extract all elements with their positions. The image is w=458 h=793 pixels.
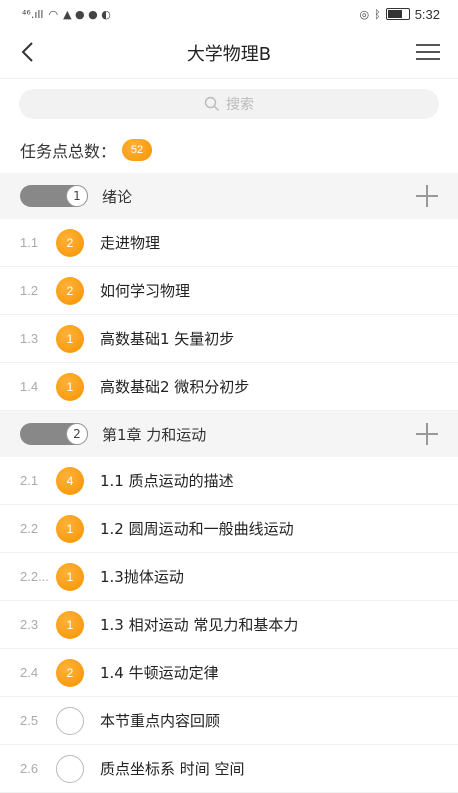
lesson-row[interactable]: 1.3 1 高数基础1 矢量初步 (0, 315, 458, 363)
lesson-number: 1.3 (20, 331, 39, 346)
status-left: ⁴⁶.ıll ◠ ▲ ● ● ◐ (22, 8, 111, 21)
lesson-number: 2.1 (20, 473, 39, 488)
lesson-title: 高数基础1 矢量初步 (100, 330, 235, 348)
task-total-label: 任务点总数： (20, 142, 117, 161)
lesson-number: 2.4 (20, 665, 39, 680)
expand-plus-icon[interactable] (416, 185, 438, 207)
lesson-row[interactable]: 2.6 质点坐标系 时间 空间 (0, 745, 458, 793)
lesson-title: 质点坐标系 时间 空间 (100, 760, 245, 778)
lesson-row[interactable]: 2.2 1 1.2 圆周运动和一般曲线运动 (0, 505, 458, 553)
search-input[interactable]: 搜索 (19, 89, 439, 119)
lesson-number: 2.5 (20, 713, 39, 728)
menu-icon[interactable] (416, 44, 440, 62)
task-count-badge: 1 (56, 514, 84, 543)
chapter-toggle[interactable]: 1 (20, 185, 88, 207)
expand-plus-icon[interactable] (416, 423, 438, 445)
lesson-title: 1.4 牛顿运动定律 (100, 664, 219, 682)
lesson-row[interactable]: 1.4 1 高数基础2 微积分初步 (0, 363, 458, 411)
task-total: 任务点总数： 52 (0, 127, 458, 173)
lesson-row[interactable]: 1.2 2 如何学习物理 (0, 267, 458, 315)
lesson-title: 走进物理 (100, 234, 161, 252)
nfc-icon: ◎ (359, 7, 370, 21)
back-arrow-icon[interactable] (18, 40, 38, 64)
task-total-badge: 52 (122, 139, 153, 161)
task-count-badge: 1 (56, 610, 84, 639)
lesson-row[interactable]: 2.1 4 1.1 质点运动的描述 (0, 457, 458, 505)
lesson-number: 1.1 (20, 235, 39, 250)
task-count-badge: 1 (56, 562, 84, 591)
chapter-title: 第1章 力和运动 (102, 425, 207, 444)
lesson-number: 1.2 (20, 283, 39, 298)
lesson-row[interactable]: 1.1 2 走进物理 (0, 219, 458, 267)
task-count-badge: 2 (56, 228, 84, 257)
nav-bar: 大学物理B (0, 28, 458, 79)
notification-icons: ▲ ● ● ◐ (63, 7, 111, 21)
search-icon (204, 96, 219, 111)
lesson-row[interactable]: 2.4 2 1.4 牛顿运动定律 (0, 649, 458, 697)
lesson-title: 1.2 圆周运动和一般曲线运动 (100, 520, 294, 538)
lesson-row[interactable]: 2.5 本节重点内容回顾 (0, 697, 458, 745)
wifi-icon: ◠ (48, 7, 59, 21)
task-count-badge: 4 (56, 466, 84, 495)
lesson-row[interactable]: 2.2... 1 1.3抛体运动 (0, 553, 458, 601)
lesson-title: 高数基础2 微积分初步 (100, 378, 250, 396)
lesson-number: 1.4 (20, 379, 39, 394)
lesson-title: 1.1 质点运动的描述 (100, 472, 234, 490)
status-bar: ⁴⁶.ıll ◠ ▲ ● ● ◐ ◎ ᛒ 5:32 (0, 0, 458, 28)
lesson-title: 1.3 相对运动 常见力和基本力 (100, 616, 299, 634)
bluetooth-icon: ᛒ (374, 7, 381, 21)
status-time: 5:32 (414, 6, 440, 22)
chapter-header[interactable]: 1 绪论 (0, 173, 458, 219)
search-placeholder: 搜索 (226, 97, 254, 113)
chapter-list: 1 绪论 1.1 2 走进物理 1.2 2 如何学习物理 1.3 1 高数基础1 矢量初步 1.4 1 高… (0, 173, 458, 793)
lesson-number: 2.2 (20, 521, 39, 536)
chapter-toggle[interactable]: 2 (20, 423, 88, 445)
status-right: ◎ ᛒ 5:32 (359, 7, 440, 22)
lesson-title: 1.3抛体运动 (100, 568, 184, 586)
search-wrapper: 搜索 (0, 79, 458, 127)
chapter-index: 1 (66, 185, 88, 207)
chapter-header[interactable]: 2 第1章 力和运动 (0, 411, 458, 457)
task-count-badge: 1 (56, 324, 84, 353)
page-title: 大学物理B (186, 44, 272, 65)
lesson-title: 如何学习物理 (100, 282, 191, 300)
chapter-index: 2 (66, 423, 88, 445)
signal-icon: ⁴⁶.ıll (22, 7, 44, 21)
task-count-badge: 1 (56, 372, 84, 401)
lesson-title: 本节重点内容回顾 (100, 712, 221, 730)
task-count-badge: 2 (56, 658, 84, 687)
lesson-number: 2.3 (20, 617, 39, 632)
lesson-number: 2.2... (20, 569, 49, 584)
lesson-row[interactable]: 2.3 1 1.3 相对运动 常见力和基本力 (0, 601, 458, 649)
task-count-badge (56, 706, 84, 735)
battery-icon (385, 8, 410, 20)
lesson-number: 2.6 (20, 761, 39, 776)
task-count-badge: 2 (56, 276, 84, 305)
task-count-badge (56, 754, 84, 783)
chapter-title: 绪论 (102, 187, 133, 206)
